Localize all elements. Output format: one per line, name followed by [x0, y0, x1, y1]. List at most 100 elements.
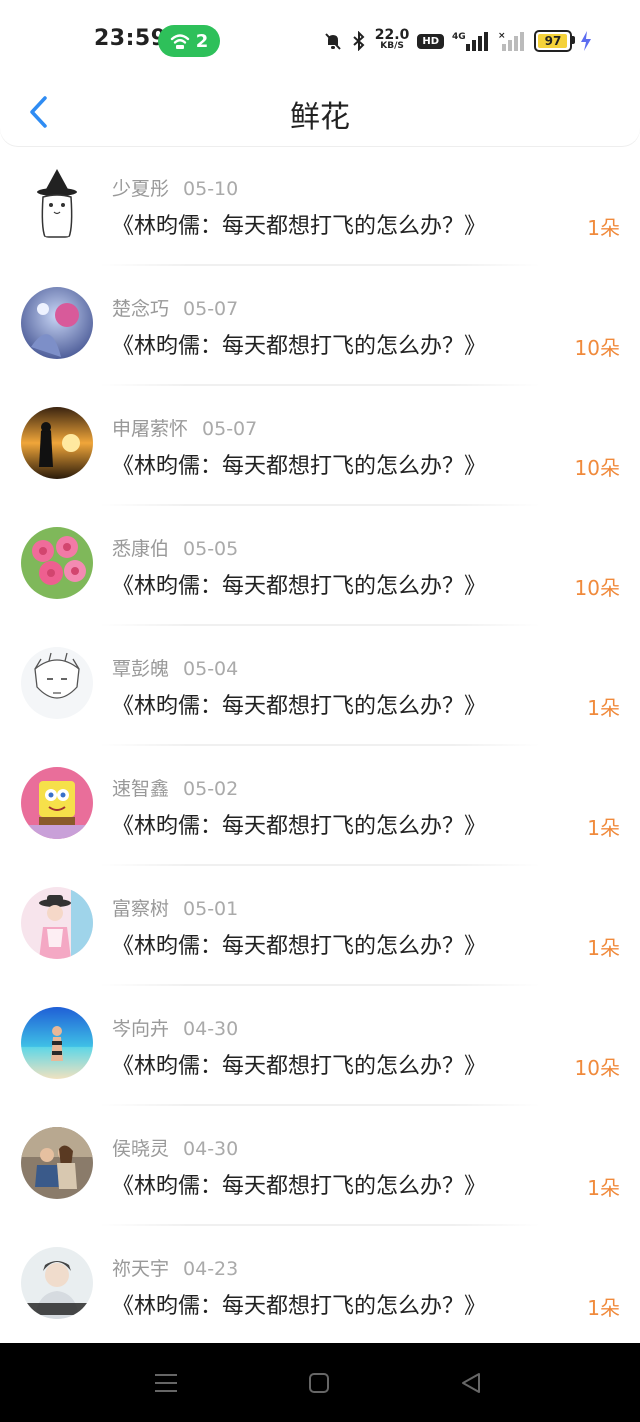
avatar[interactable] — [21, 887, 93, 959]
article-title[interactable]: 《林昀儒：每天都想打飞的怎么办？》 — [112, 688, 486, 720]
avatar-couple — [21, 1127, 93, 1199]
sent-date: 05-02 — [183, 778, 239, 800]
sender-meta: 悉康伯 05-05 — [112, 534, 238, 561]
list-item[interactable]: 岑向卉 04-30 《林昀儒：每天都想打飞的怎么办？》 10朵 — [0, 986, 640, 1106]
charging-icon — [581, 31, 591, 51]
flower-count: 10朵 — [574, 336, 620, 360]
article-title[interactable]: 《林昀儒：每天都想打飞的怎么办？》 — [112, 808, 486, 840]
hotspot-icon — [170, 34, 189, 49]
avatar-fantasy — [21, 287, 93, 359]
status-time: 23:59 — [94, 26, 167, 51]
avatar[interactable] — [21, 1007, 93, 1079]
article-title[interactable]: 《林昀儒：每天都想打飞的怎么办？》 — [112, 1048, 486, 1080]
avatar[interactable] — [21, 527, 93, 599]
article-title[interactable]: 《林昀儒：每天都想打飞的怎么办？》 — [112, 1288, 486, 1320]
network-speed-unit: KB/S — [380, 41, 404, 51]
article-title[interactable]: 《林昀儒：每天都想打飞的怎么办？》 — [112, 448, 486, 480]
sender-name: 少夏彤 — [112, 178, 170, 200]
avatar-hat-girl — [21, 887, 93, 959]
status-bar: 23:59 2 22.0 KB/S HD 4G × 97 — [0, 0, 640, 80]
sender-name: 富察树 — [112, 898, 170, 920]
list-item[interactable]: 悉康伯 05-05 《林昀儒：每天都想打飞的怎么办？》 10朵 — [0, 506, 640, 626]
sender-meta: 少夏彤 05-10 — [112, 174, 238, 201]
flower-count: 1朵 — [587, 696, 620, 720]
sent-date: 05-05 — [183, 538, 239, 560]
flower-count: 1朵 — [587, 216, 620, 240]
back-nav-button[interactable] — [457, 1369, 485, 1397]
page-header: 鲜花 — [0, 80, 640, 146]
avatar-sketch — [21, 647, 93, 719]
sender-name: 楚念巧 — [112, 298, 170, 320]
list-item[interactable]: 侯晓灵 04-30 《林昀儒：每天都想打飞的怎么办？》 1朵 — [0, 1106, 640, 1226]
sender-name: 岑向卉 — [112, 1018, 170, 1040]
sender-meta: 富察树 05-01 — [112, 894, 238, 921]
avatar[interactable] — [21, 167, 93, 239]
sender-name: 悉康伯 — [112, 538, 170, 560]
sent-date: 05-07 — [202, 418, 258, 440]
triangle-back-icon — [462, 1373, 480, 1393]
sent-date: 05-04 — [183, 658, 239, 680]
mute-bell-icon — [325, 33, 341, 50]
svg-text:4G: 4G — [452, 32, 466, 42]
article-title[interactable]: 《林昀儒：每天都想打飞的怎么办？》 — [112, 568, 486, 600]
menu-button[interactable] — [152, 1369, 180, 1397]
flower-count: 10朵 — [574, 1056, 620, 1080]
flower-list: 少夏彤 05-10 《林昀儒：每天都想打飞的怎么办？》 1朵 楚念巧 05-07 《… — [0, 146, 640, 1346]
battery-indicator: 97 — [534, 30, 575, 52]
avatar-beach — [21, 1007, 93, 1079]
sender-meta: 覃彭魄 05-04 — [112, 654, 238, 681]
home-button[interactable] — [305, 1369, 333, 1397]
sent-date: 05-01 — [183, 898, 239, 920]
flower-count: 10朵 — [574, 576, 620, 600]
list-item[interactable]: 覃彭魄 05-04 《林昀儒：每天都想打飞的怎么办？》 1朵 — [0, 626, 640, 746]
list-item[interactable]: 少夏彤 05-10 《林昀儒：每天都想打飞的怎么办？》 1朵 — [0, 146, 640, 266]
sender-name: 祢天宇 — [112, 1258, 170, 1280]
sent-date: 05-07 — [183, 298, 239, 320]
sender-name: 侯晓灵 — [112, 1138, 170, 1160]
svg-text:×: × — [498, 31, 506, 41]
flower-count: 1朵 — [587, 1296, 620, 1320]
sender-name: 覃彭魄 — [112, 658, 170, 680]
avatar-portrait — [21, 1247, 93, 1319]
page-title: 鲜花 — [290, 100, 350, 135]
network-speed: 22.0 KB/S — [374, 27, 410, 52]
sender-meta: 申屠萦怀 05-07 — [112, 414, 257, 441]
avatar-sponge — [21, 767, 93, 839]
sender-meta: 岑向卉 04-30 — [112, 1014, 238, 1041]
flower-count: 1朵 — [587, 936, 620, 960]
hd-badge: HD — [417, 33, 444, 49]
network-speed-value: 22.0 — [374, 27, 410, 43]
signal-sim2-icon: × — [498, 31, 524, 51]
article-title[interactable]: 《林昀儒：每天都想打飞的怎么办？》 — [112, 208, 486, 240]
sender-meta: 祢天宇 04-23 — [112, 1254, 238, 1281]
battery-level: 97 — [544, 34, 562, 48]
list-item[interactable]: 速智鑫 05-02 《林昀儒：每天都想打飞的怎么办？》 1朵 — [0, 746, 640, 866]
square-icon — [309, 1373, 329, 1393]
list-item[interactable]: 祢天宇 04-23 《林昀儒：每天都想打飞的怎么办？》 1朵 — [0, 1226, 640, 1346]
list-item[interactable]: 申屠萦怀 05-07 《林昀儒：每天都想打飞的怎么办？》 10朵 — [0, 386, 640, 506]
avatar-cat-hat — [21, 167, 93, 239]
status-icons: 22.0 KB/S HD 4G × 97 — [323, 24, 592, 58]
avatar[interactable] — [21, 647, 93, 719]
article-title[interactable]: 《林昀儒：每天都想打飞的怎么办？》 — [112, 328, 486, 360]
avatar[interactable] — [21, 407, 93, 479]
sent-date: 05-10 — [183, 178, 239, 200]
list-item[interactable]: 楚念巧 05-07 《林昀儒：每天都想打飞的怎么办？》 10朵 — [0, 266, 640, 386]
article-title[interactable]: 《林昀儒：每天都想打飞的怎么办？》 — [112, 1168, 486, 1200]
sender-name: 速智鑫 — [112, 778, 170, 800]
avatar[interactable] — [21, 1127, 93, 1199]
avatar[interactable] — [21, 1247, 93, 1319]
sender-meta: 速智鑫 05-02 — [112, 774, 238, 801]
avatar[interactable] — [21, 287, 93, 359]
avatar-roses — [21, 527, 93, 599]
sender-meta: 侯晓灵 04-30 — [112, 1134, 238, 1161]
bluetooth-icon — [353, 31, 365, 51]
sent-date: 04-30 — [183, 1138, 239, 1160]
hotspot-indicator[interactable]: 2 — [158, 25, 220, 57]
list-item[interactable]: 富察树 05-01 《林昀儒：每天都想打飞的怎么办？》 1朵 — [0, 866, 640, 986]
sender-name: 申屠萦怀 — [112, 418, 189, 440]
signal-4g-icon: 4G — [452, 32, 488, 51]
sent-date: 04-23 — [183, 1258, 239, 1280]
avatar[interactable] — [21, 767, 93, 839]
article-title[interactable]: 《林昀儒：每天都想打飞的怎么办？》 — [112, 928, 486, 960]
